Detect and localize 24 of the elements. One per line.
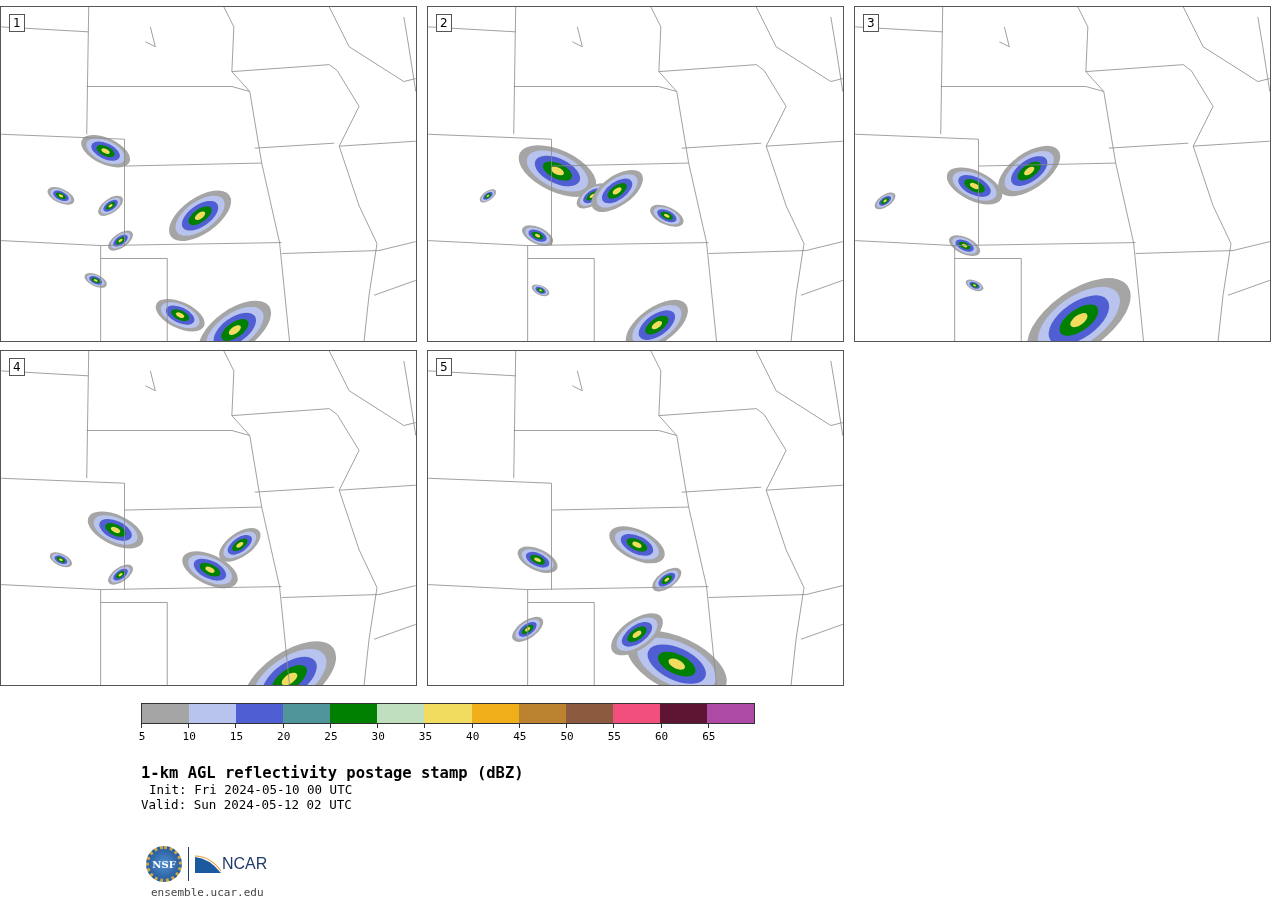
tick-label: 5	[138, 730, 146, 743]
tick-label: 25	[324, 730, 338, 743]
panel-number: 1	[9, 14, 25, 32]
tick-label: 35	[418, 730, 433, 743]
tick-label: 15	[229, 730, 244, 743]
tick-label: 45	[513, 730, 527, 743]
nsf-logo: NSF	[146, 846, 182, 882]
panel-number: 3	[863, 14, 879, 32]
tick-label: 20	[277, 730, 291, 743]
tick-label: 65	[702, 730, 716, 743]
tick-label: 40	[466, 730, 480, 743]
tick-label: 60	[654, 730, 669, 743]
tick-label: 30	[371, 730, 385, 743]
tick-label: 10	[182, 730, 196, 743]
valid-time: Valid: Sun 2024-05-12 02 UTC	[141, 797, 353, 812]
tick-label: 50	[560, 730, 574, 743]
website-url: ensemble.ucar.edu	[151, 886, 265, 899]
panel-number: 2	[436, 14, 452, 32]
chart-title: 1-km AGL reflectivity postage stamp (dBZ)	[141, 764, 525, 782]
ncar-logo: NCAR	[195, 855, 268, 873]
tick-label: 55	[607, 730, 621, 743]
panel-number: 5	[436, 358, 452, 376]
init-time: Init: Fri 2024-05-10 00 UTC	[148, 782, 354, 797]
panel-number: 4	[9, 358, 25, 376]
